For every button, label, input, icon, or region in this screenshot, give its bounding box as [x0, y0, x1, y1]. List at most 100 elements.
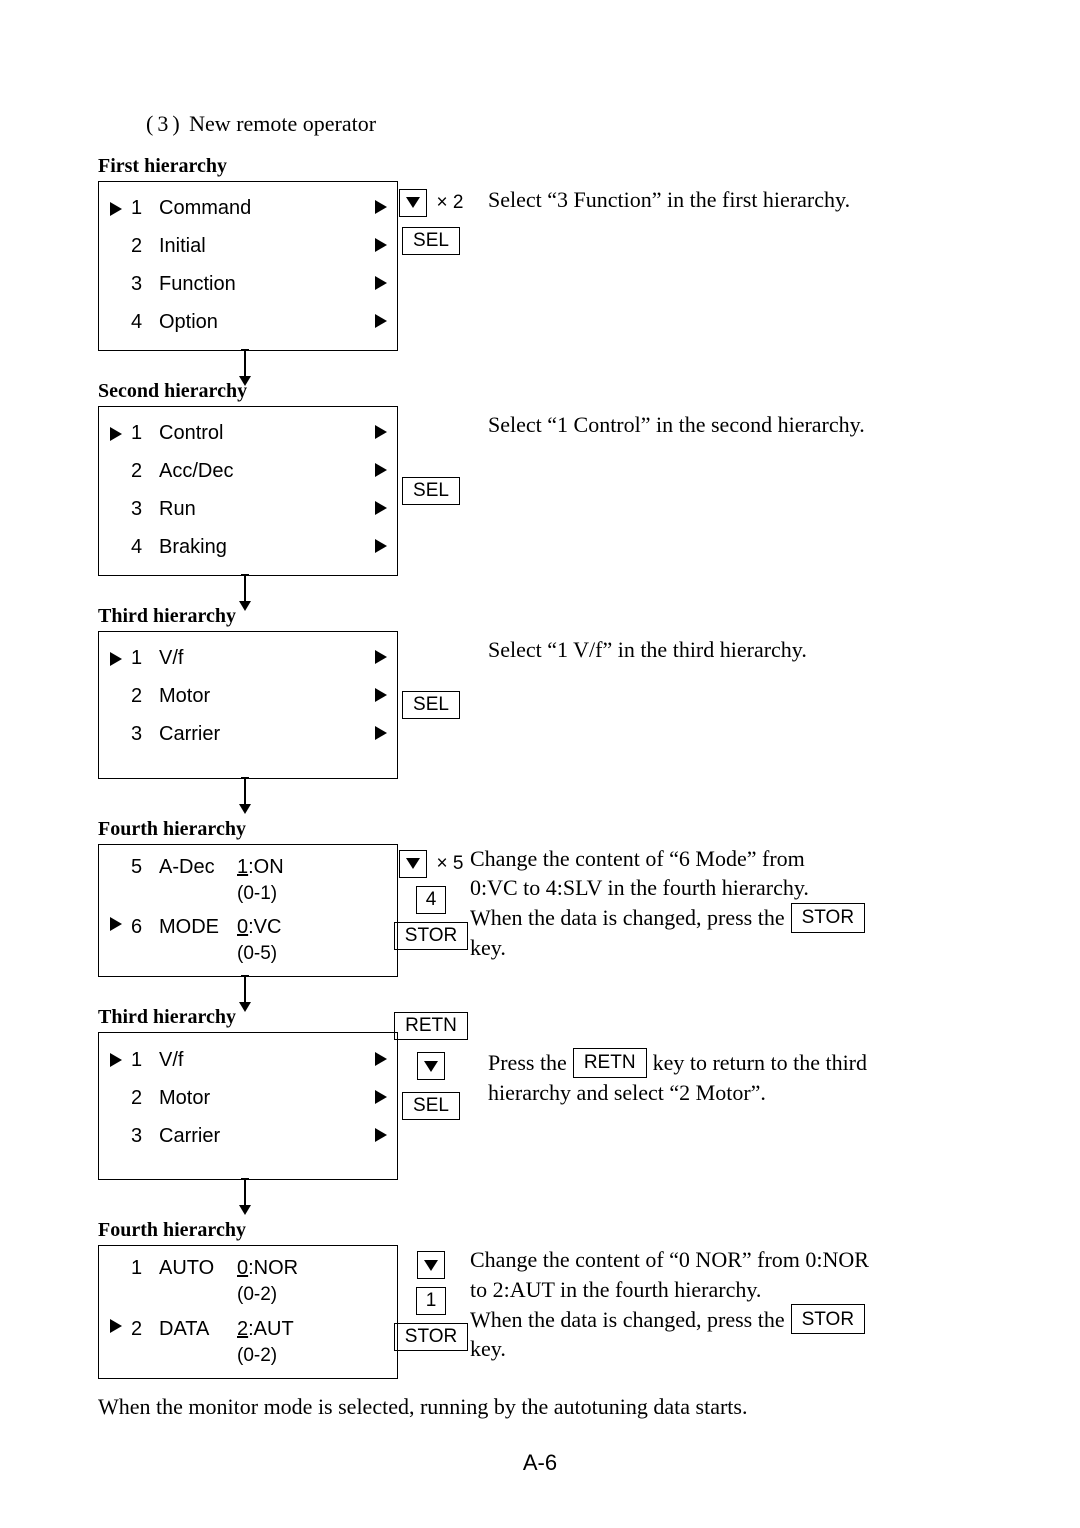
item-label: Control [159, 421, 223, 446]
item-label: DATA [159, 1317, 237, 1342]
list-item: 3 Function [107, 266, 387, 304]
stor-button[interactable]: STOR [791, 903, 865, 933]
list-item: 1 V/f [107, 1041, 387, 1079]
data-range: (0-2) [107, 1342, 387, 1368]
section-title: New remote operator [189, 111, 376, 136]
cursor-icon [107, 1053, 125, 1067]
instruction-text: key. [470, 933, 982, 963]
list-item: 4 Option [107, 304, 387, 342]
list-item: 3 Carrier [107, 716, 387, 754]
screen-h2: 1 Control 2 Acc/Dec 3 Run [98, 406, 398, 576]
item-label: Function [159, 272, 236, 297]
instruction-text: key to return to the third [653, 1048, 867, 1078]
item-number: 3 [131, 1124, 149, 1149]
item-label: Acc/Dec [159, 459, 233, 484]
down-arrow-icon [244, 976, 246, 1004]
item-number: 2 [131, 684, 149, 709]
instruction-text: When the data is changed, press the [470, 1305, 785, 1335]
list-item: 1 Control [107, 415, 387, 453]
data-row: 6 MODE 0:VC [107, 915, 387, 940]
item-label: Carrier [159, 1124, 220, 1149]
enter-icon [375, 234, 387, 259]
stor-button[interactable]: STOR [394, 922, 468, 950]
item-number: 4 [131, 310, 149, 335]
item-label: Initial [159, 234, 206, 259]
item-number: 2 [131, 459, 149, 484]
down-key-button[interactable] [417, 1052, 445, 1080]
section-heading: (3) New remote operator [98, 110, 982, 138]
instruction-text: Change the content of “6 Mode” from [470, 844, 982, 874]
item-value: 2:AUT [237, 1317, 294, 1342]
down-key-button[interactable] [399, 850, 427, 878]
instruction-text: to 2:AUT in the fourth hierarchy. [470, 1275, 982, 1305]
list-item: 1 Command [107, 190, 387, 228]
enter-icon [375, 497, 387, 522]
item-range: (0-2) [237, 1283, 277, 1307]
document-page: (3) New remote operator First hierarchy … [0, 0, 1080, 1528]
instruction-text: Press the [488, 1048, 567, 1078]
enter-icon [375, 310, 387, 335]
down-key-button[interactable] [417, 1251, 445, 1279]
sel-button[interactable]: SEL [402, 1092, 460, 1120]
retn-button[interactable]: RETN [573, 1048, 647, 1078]
item-number: 2 [131, 1317, 149, 1342]
data-range: (0-1) [107, 880, 387, 906]
num-key-button[interactable]: 4 [416, 886, 446, 914]
item-label: Option [159, 310, 218, 335]
item-label: Motor [159, 684, 210, 709]
item-number: 2 [131, 1086, 149, 1111]
down-arrow-icon [244, 778, 246, 806]
fourth-hierarchy-label: Fourth hierarchy [98, 817, 982, 842]
screen-h3b: 1 V/f 2 Motor 3 Carrier [98, 1032, 398, 1180]
list-item: 2 Motor [107, 1079, 387, 1117]
list-item: 2 Motor [107, 678, 387, 716]
list-item: 2 Initial [107, 228, 387, 266]
cursor-icon [107, 917, 125, 931]
enter-icon [375, 646, 387, 671]
enter-icon [375, 1124, 387, 1149]
stor-button[interactable]: STOR [394, 1323, 468, 1351]
item-range: (0-5) [237, 942, 277, 966]
first-hierarchy-label: First hierarchy [98, 154, 982, 179]
page-number: A-6 [523, 1449, 557, 1477]
instruction-row: Press the RETN key to return to the thir… [488, 1048, 982, 1078]
cursor-icon [107, 202, 125, 216]
stor-button[interactable]: STOR [791, 1304, 865, 1334]
item-label: Run [159, 497, 196, 522]
item-label: A-Dec [159, 855, 237, 880]
section-number: (3) [146, 111, 184, 136]
instruction-text: 0:VC to 4:SLV in the fourth hierarchy. [470, 873, 982, 903]
enter-icon [375, 535, 387, 560]
item-number: 1 [131, 421, 149, 446]
enter-icon [375, 196, 387, 221]
data-range: (0-5) [107, 940, 387, 966]
screen-h1: 1 Command 2 Initial 3 Function [98, 181, 398, 351]
item-label: Braking [159, 535, 227, 560]
item-value: 0:NOR [237, 1256, 298, 1281]
num-key-button[interactable]: 1 [416, 1287, 446, 1315]
sel-button[interactable]: SEL [402, 227, 460, 255]
item-range: (0-2) [237, 1344, 277, 1368]
instruction-row: When the data is changed, press the STOR [470, 903, 982, 933]
enter-icon [375, 722, 387, 747]
down-key-button[interactable] [399, 189, 427, 217]
item-number: 1 [131, 196, 149, 221]
enter-icon [375, 272, 387, 297]
list-item: 3 Carrier [107, 1117, 387, 1155]
enter-icon [375, 1048, 387, 1073]
retn-button[interactable]: RETN [394, 1012, 468, 1040]
instruction-text: Select “3 Function” in the first hierarc… [488, 185, 982, 215]
sel-button[interactable]: SEL [402, 691, 460, 719]
enter-icon [375, 1086, 387, 1111]
list-item: 2 Acc/Dec [107, 453, 387, 491]
enter-icon [375, 459, 387, 484]
sel-button[interactable]: SEL [402, 477, 460, 505]
down-arrow-icon [244, 575, 246, 603]
screen-h4b: 1 AUTO 0:NOR (0-2) 2 DATA 2:AUT (0-2) [98, 1245, 398, 1379]
item-label: V/f [159, 646, 183, 671]
footer-note: When the monitor mode is selected, runni… [98, 1393, 982, 1421]
screen-h4a: 5 A-Dec 1:ON (0-1) 6 MODE 0:VC (0-5) [98, 844, 398, 978]
data-row: 2 DATA 2:AUT [107, 1317, 387, 1342]
list-item: 1 V/f [107, 640, 387, 678]
item-value: 1:ON [237, 855, 284, 880]
